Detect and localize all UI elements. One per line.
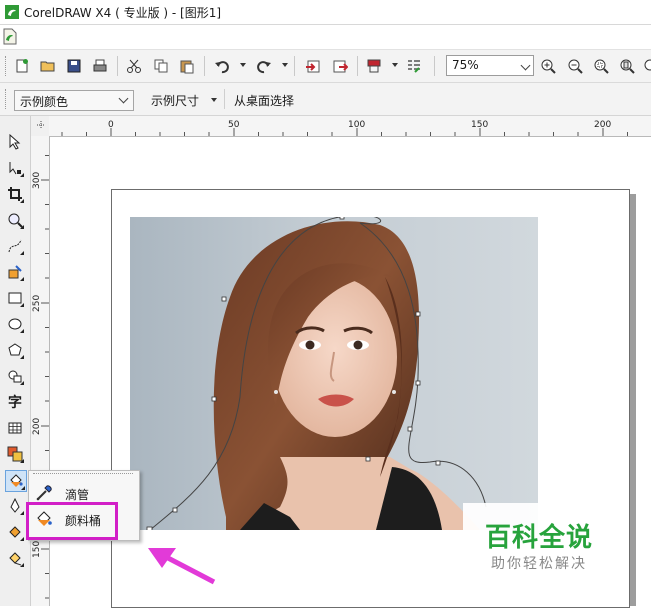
basic-shapes-icon[interactable]	[5, 366, 25, 386]
sample-color-select[interactable]: 示例颜色	[14, 90, 134, 111]
application-launcher-icon[interactable]	[364, 56, 384, 76]
redo-dropdown-icon[interactable]	[282, 63, 288, 67]
zoom-page-icon[interactable]	[617, 56, 637, 76]
coreldraw-app-icon	[5, 5, 19, 19]
title-bar: CorelDRAW X4 ( 专业版 ) - [图形1]	[0, 0, 651, 25]
undo-icon[interactable]	[212, 56, 232, 76]
text-tool-icon[interactable]: 字	[5, 392, 25, 412]
toolbar-separator	[224, 89, 225, 109]
toolbar-separator	[294, 56, 295, 76]
sample-size-button[interactable]: 示例尺寸	[151, 92, 199, 109]
pick-tool-icon[interactable]	[5, 132, 25, 152]
flyout-item-eyedropper[interactable]: 滴管	[35, 483, 135, 503]
toolbar-separator	[357, 56, 358, 76]
ruler-label: 150	[471, 120, 489, 130]
open-icon[interactable]	[38, 56, 58, 76]
ruler-label: 200	[594, 120, 612, 130]
sample-color-value: 示例颜色	[20, 95, 69, 109]
interactive-tool-icon[interactable]	[5, 444, 25, 464]
standard-toolbar	[0, 50, 651, 83]
zoom-width-icon[interactable]	[641, 56, 651, 76]
crop-tool-icon[interactable]	[5, 184, 25, 204]
ellipse-tool-icon[interactable]	[5, 314, 25, 334]
copy-icon[interactable]	[151, 56, 171, 76]
ruler-label: 0	[108, 120, 114, 130]
select-from-desktop-button[interactable]: 从桌面选择	[234, 92, 294, 109]
ruler-label: 50	[228, 120, 240, 130]
eyedropper-icon	[36, 485, 52, 501]
undo-dropdown-icon[interactable]	[240, 63, 246, 67]
ruler-origin-corner[interactable]	[31, 116, 49, 136]
outline-tool-icon[interactable]	[5, 496, 25, 516]
zoom-tool-icon[interactable]	[5, 210, 25, 230]
highlight-annotation-box	[26, 502, 118, 540]
zoom-fit-icon[interactable]	[591, 56, 611, 76]
chevron-down-icon	[118, 93, 129, 104]
watermark-title: 百科全说	[485, 523, 594, 553]
table-tool-icon[interactable]	[5, 418, 25, 438]
smart-fill-icon[interactable]	[5, 262, 25, 282]
interactive-fill-icon[interactable]	[5, 548, 25, 568]
ruler-label: 200	[32, 417, 42, 435]
new-icon[interactable]	[12, 56, 32, 76]
portrait-photo[interactable]	[130, 217, 538, 530]
watermark-subtitle: 助你轻松解决	[491, 556, 587, 572]
zoom-out-icon[interactable]	[565, 56, 585, 76]
rectangle-tool-icon[interactable]	[5, 288, 25, 308]
launcher-dropdown-icon[interactable]	[392, 63, 398, 67]
paste-icon[interactable]	[177, 56, 197, 76]
cut-icon[interactable]	[124, 56, 144, 76]
welcome-screen-icon[interactable]	[404, 56, 424, 76]
eyedropper-bucket-tool-icon[interactable]	[5, 470, 27, 492]
chevron-down-icon	[520, 60, 531, 71]
toolbar-separator	[434, 56, 435, 76]
zoom-level-value: 75%	[452, 58, 479, 72]
flyout-item-label: 滴管	[65, 488, 90, 502]
horizontal-ruler[interactable]: 0 50 100 150 200	[31, 116, 651, 137]
portrait-illustration	[146, 217, 487, 530]
zoom-in-icon[interactable]	[538, 56, 558, 76]
print-icon[interactable]	[90, 56, 110, 76]
shape-tool-icon[interactable]	[5, 158, 25, 178]
export-icon[interactable]	[330, 56, 350, 76]
window-title: CorelDRAW X4 ( 专业版 ) - [图形1]	[24, 6, 222, 20]
annotation-arrow-icon	[148, 548, 216, 585]
sample-size-dropdown-icon[interactable]	[211, 98, 217, 102]
freehand-tool-icon[interactable]	[5, 236, 25, 256]
ruler-label: 150	[32, 540, 42, 558]
toolbar-separator	[117, 56, 118, 76]
ruler-label: 300	[32, 171, 42, 189]
zoom-level-select[interactable]: 75%	[446, 55, 534, 76]
document-icon[interactable]	[3, 28, 17, 45]
menu-bar	[0, 25, 651, 50]
flyout-grip[interactable]	[33, 473, 133, 475]
toolbar-separator	[204, 56, 205, 76]
toolbar-grip[interactable]	[5, 89, 8, 109]
redo-icon[interactable]	[254, 56, 274, 76]
fill-tool-icon[interactable]	[5, 522, 25, 542]
save-icon[interactable]	[64, 56, 84, 76]
ruler-label: 100	[348, 120, 366, 130]
watermark: 百科全说 助你轻松解决	[463, 503, 613, 583]
toolbar-grip[interactable]	[5, 56, 8, 76]
polygon-tool-icon[interactable]	[5, 340, 25, 360]
horizontal-ruler-ticks	[61, 128, 628, 136]
ruler-label: 250	[32, 294, 42, 312]
import-icon[interactable]	[303, 56, 323, 76]
